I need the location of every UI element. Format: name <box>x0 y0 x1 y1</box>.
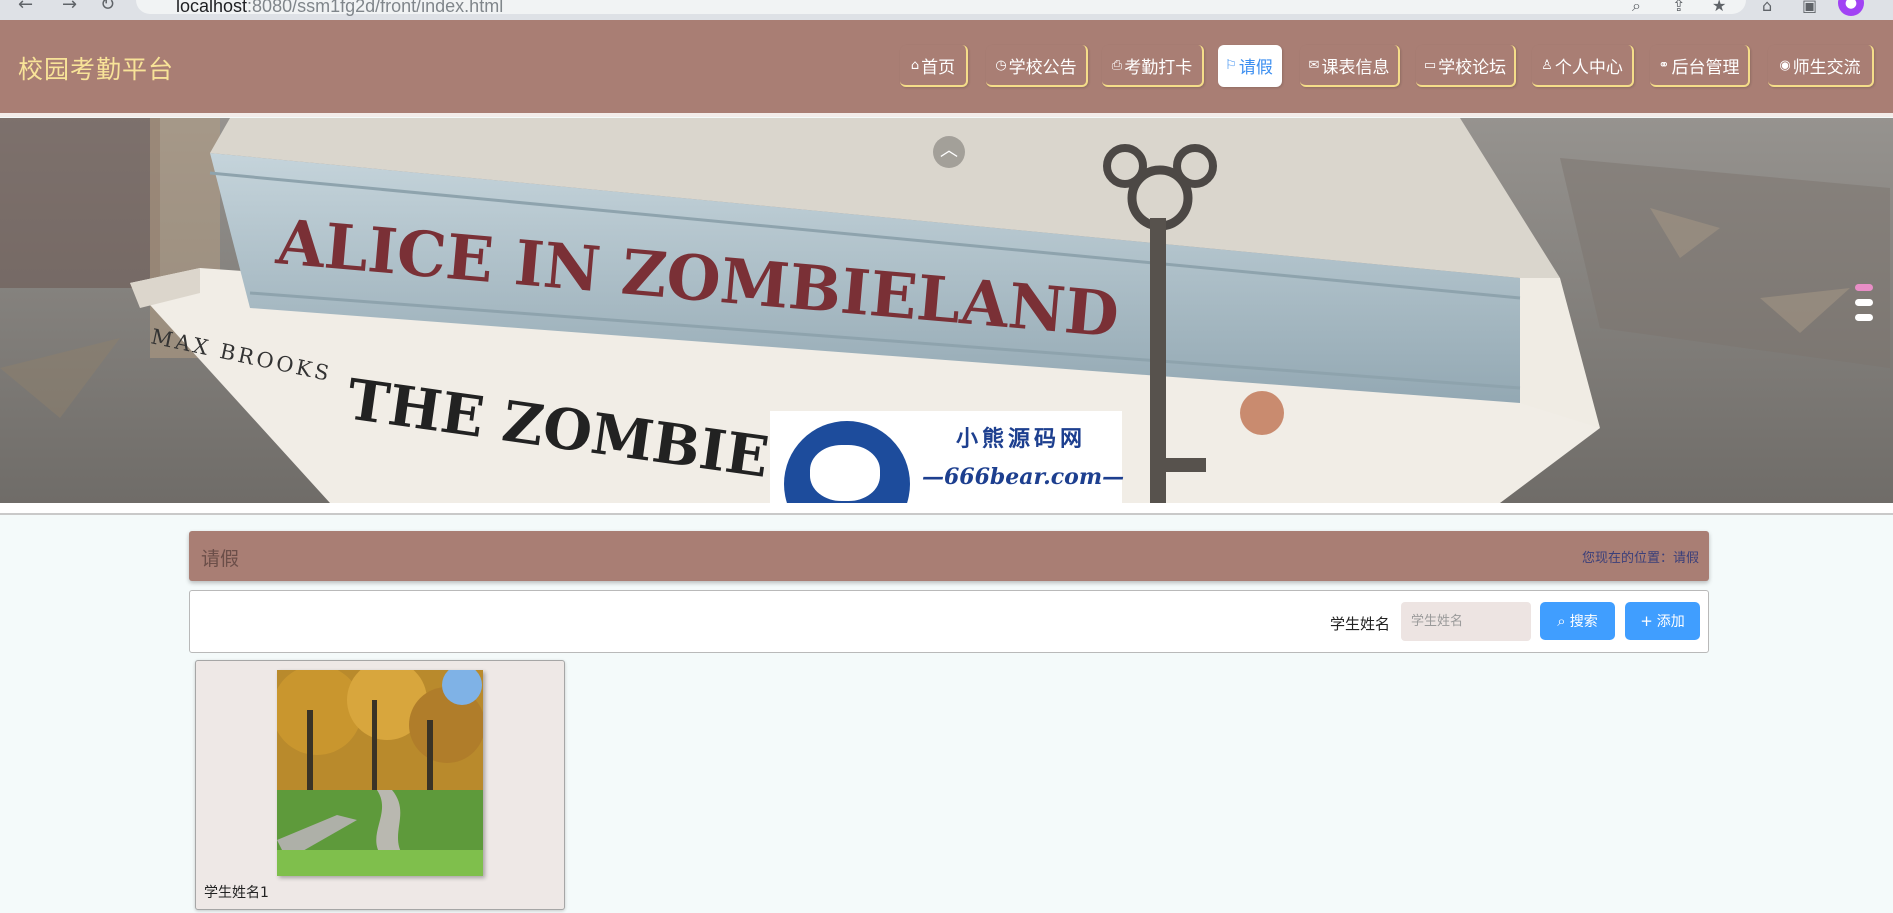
promo-line-2: —666bear.com— <box>922 464 1125 490</box>
nav-item-label: 请假 <box>1238 57 1273 78</box>
nav-item-4[interactable]: ✉ 课表信息 <box>1300 45 1400 87</box>
nav-item-label: 个人中心 <box>1554 57 1623 78</box>
leave-card[interactable]: 学生姓名1 <box>195 660 565 910</box>
profile-avatar[interactable]: ● <box>1838 0 1864 16</box>
campus-photo <box>277 670 483 876</box>
nav-item-label: 学校公告 <box>1008 57 1077 78</box>
carousel-dot[interactable] <box>1855 299 1873 306</box>
link-icon: ⚭ <box>1658 57 1670 73</box>
nav-item-label: 学校论坛 <box>1438 57 1507 78</box>
back-icon[interactable]: ← <box>18 0 33 15</box>
book-icon: ▭ <box>1423 57 1437 73</box>
add-button[interactable]: + 添加 <box>1625 602 1700 640</box>
extensions-icon[interactable]: ⌂ <box>1762 0 1772 15</box>
share-icon[interactable]: ⇪ <box>1672 0 1685 15</box>
scroll-up-icon[interactable]: ︿ <box>933 136 965 168</box>
student-name-input[interactable] <box>1401 602 1531 641</box>
promo-watermark: 小熊源码网 —666bear.com— <box>770 411 1125 503</box>
nav-item-2[interactable]: ⎙ 考勤打卡 <box>1102 45 1204 87</box>
search-button[interactable]: ⌕ 搜索 <box>1540 602 1615 640</box>
mail-icon: ✉ <box>1308 57 1320 73</box>
bookmark-star-icon[interactable]: ★ <box>1712 0 1726 15</box>
browser-chrome: ← → ↻ localhost:8080/ssm1fg2d/front/inde… <box>0 0 1893 20</box>
zoom-icon[interactable]: ⌕ <box>1632 0 1641 16</box>
main-nav: ⌂ 首页 ◷ 学校公告 ⎙ 考勤打卡 ⚐ 请假 ✉ 课表信息 ▭ 学校论坛 ♙ 个人中心 ⚭ 后台管理 ◉ 师生交… <box>0 45 1893 89</box>
nav-item-5[interactable]: ▭ 学校论坛 <box>1416 45 1516 87</box>
nav-item-label: 后台管理 <box>1671 57 1740 78</box>
search-button-label: 搜索 <box>1569 614 1598 630</box>
carousel-dot[interactable] <box>1855 284 1873 291</box>
carousel-dot[interactable] <box>1855 314 1873 321</box>
flag-icon: ⚐ <box>1225 57 1237 73</box>
nav-item-label: 师生交流 <box>1792 57 1861 78</box>
banner-carousel[interactable]: ALICE IN ZOMBIELAND MAX BROOKS THE ZOMBI… <box>0 118 1893 503</box>
print-icon: ⎙ <box>1111 57 1123 73</box>
carousel-indicators <box>1852 284 1876 334</box>
nav-item-8[interactable]: ◉ 师生交流 <box>1768 45 1874 87</box>
url-host: localhost <box>176 0 248 16</box>
nav-item-6[interactable]: ♙ 个人中心 <box>1532 45 1634 87</box>
chat-icon: ◉ <box>1779 57 1791 73</box>
search-icon: ⌕ <box>1557 612 1566 630</box>
address-bar[interactable]: localhost:8080/ssm1fg2d/front/index.html <box>136 0 1746 16</box>
nav-item-label: 首页 <box>921 57 956 78</box>
forward-icon[interactable]: → <box>62 0 77 15</box>
reload-icon[interactable]: ↻ <box>100 0 115 15</box>
nav-item-label: 课表信息 <box>1321 57 1390 78</box>
promo-line-1: 小熊源码网 <box>956 426 1087 452</box>
breadcrumb: 您现在的位置：请假 <box>1581 551 1699 566</box>
banner-divider <box>0 503 1893 515</box>
nav-item-3[interactable]: ⚐ 请假 <box>1218 45 1282 87</box>
section-header: 请假 您现在的位置：请假 <box>189 531 1709 581</box>
section-title: 请假 <box>201 548 240 570</box>
sidepanel-icon[interactable]: ▣ <box>1802 0 1817 15</box>
add-button-label: 添加 <box>1656 614 1685 630</box>
site-header: 校园考勤平台 ⌂ 首页 ◷ 学校公告 ⎙ 考勤打卡 ⚐ 请假 ✉ 课表信息 ▭ 学校论坛 ♙ 个人中心 ⚭ 后… <box>0 20 1893 117</box>
nav-item-0[interactable]: ⌂ 首页 <box>900 45 968 87</box>
search-label: 学生姓名 <box>1330 615 1391 633</box>
plus-icon: + <box>1640 612 1653 630</box>
nav-item-1[interactable]: ◷ 学校公告 <box>986 45 1088 87</box>
user-icon: ♙ <box>1541 57 1553 73</box>
nav-item-7[interactable]: ⚭ 后台管理 <box>1650 45 1750 87</box>
home-icon: ⌂ <box>910 57 920 73</box>
card-student-name: 学生姓名1 <box>204 885 269 901</box>
card-thumbnail[interactable] <box>277 670 483 876</box>
clock-icon: ◷ <box>995 57 1007 73</box>
nav-item-label: 考勤打卡 <box>1124 57 1193 78</box>
search-panel: 学生姓名 ⌕搜索 +添加 <box>189 590 1709 653</box>
url-path: :8080/ssm1fg2d/front/index.html <box>247 0 504 16</box>
